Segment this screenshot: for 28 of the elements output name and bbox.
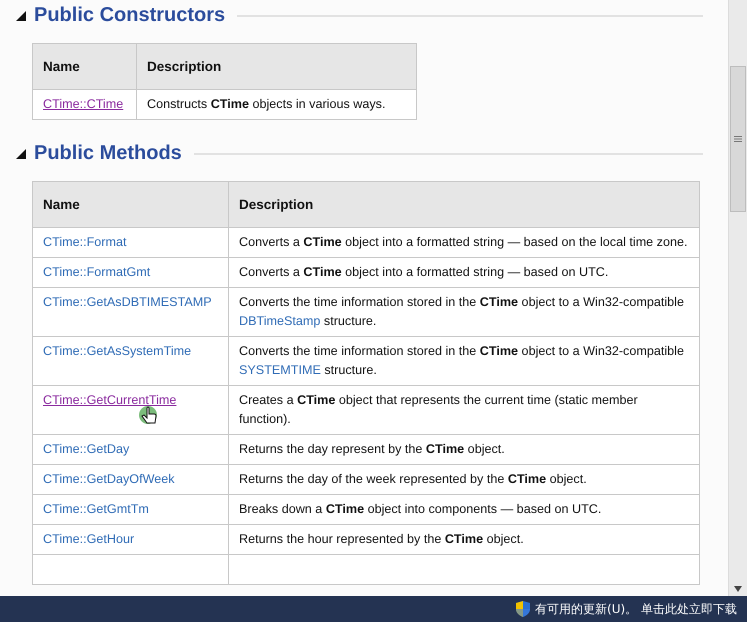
column-header: Description (228, 182, 700, 228)
column-header: Description (136, 44, 416, 90)
description-text: Returns the hour represented by the CTime object. (228, 524, 700, 554)
description-text: Converts a CTime object into a formatted string — based on the local time zone. (228, 228, 700, 258)
grip-icon (734, 136, 742, 142)
description-text: Converts the time information stored in the CTime object to a Win32-compatible SYSTEMTIME structure. (228, 336, 700, 386)
scroll-thumb[interactable] (730, 66, 746, 212)
column-header: Name (32, 44, 136, 90)
link[interactable]: SYSTEMTIME (239, 363, 321, 377)
scrollbar[interactable] (728, 0, 747, 596)
section-heading: Public Methods (34, 142, 182, 165)
description-text: Converts the time information stored in the CTime object to a Win32-compatible DBTimeStamp structure. (228, 288, 700, 336)
section-heading: Public Constructors (34, 4, 226, 27)
description-text: Creates a CTime object that represents the current time (static member function). (228, 386, 700, 434)
link[interactable]: DBTimeStamp (239, 314, 320, 328)
description-text: Returns the day represent by the CTime object. (228, 434, 700, 464)
update-notification[interactable]: 有可用的更新(U)。 单击此处立即下载 (535, 600, 737, 618)
description-text: Converts a CTime object into a formatted string — based on UTC. (228, 258, 700, 288)
collapse-icon[interactable] (16, 10, 26, 20)
shield-icon[interactable] (516, 601, 530, 617)
description-text: Constructs CTime objects in various ways. (136, 90, 416, 120)
description-text: Returns the day of the week represented by the CTime object. (228, 464, 700, 494)
column-header: Name (32, 182, 228, 228)
method-link[interactable]: CTime::Format (43, 235, 126, 249)
description-text: Breaks down a CTime object into components — based on UTC. (228, 494, 700, 524)
method-link[interactable]: CTime::GetCurrentTime (43, 393, 176, 407)
collapse-icon[interactable] (16, 148, 26, 158)
scroll-down-icon[interactable] (734, 586, 742, 592)
